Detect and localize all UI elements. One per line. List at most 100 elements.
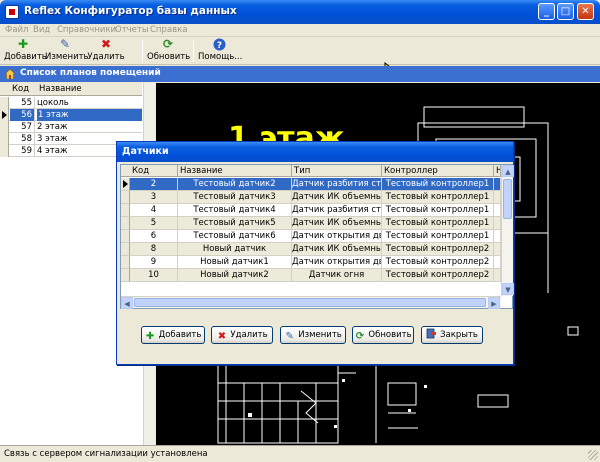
sensor-code-cell[interactable]: 4 [130, 204, 178, 217]
sensor-type-cell[interactable]: Датчик ИК объемный [292, 243, 382, 256]
scroll-thumb[interactable] [134, 298, 486, 307]
plan-name-cell[interactable]: 3 этаж [37, 133, 68, 145]
column-header-code[interactable]: Код [12, 84, 29, 94]
sensor-name-cell[interactable]: Новый датчик [178, 243, 292, 256]
plans-table-row[interactable]: 55 цоколь [0, 97, 142, 109]
plan-name-cell[interactable]: 2 этаж [37, 121, 68, 133]
sensor-type-cell[interactable]: Датчик огня [292, 269, 382, 282]
row-indicator[interactable] [121, 243, 130, 256]
row-indicator[interactable] [0, 97, 9, 109]
toolbar-add-button[interactable]: ✚ Добавить [4, 38, 47, 64]
column-header-name[interactable]: Название [39, 84, 82, 94]
sensor-code-cell[interactable]: 6 [130, 230, 178, 243]
scroll-right-icon[interactable]: ▶ [488, 297, 500, 309]
sensor-row[interactable]: 8 Новый датчик Датчик ИК объемный Тестовый … [121, 243, 501, 256]
sensor-extra-cell[interactable] [494, 191, 501, 204]
sensor-row[interactable]: 4 Тестовый датчик4 Датчик разбития стек Тес… [121, 204, 501, 217]
sensor-row[interactable]: 10 Новый датчик2 Датчик огня Тестовый контр… [121, 269, 501, 282]
plans-table-row[interactable]: 57 2 этаж [0, 121, 142, 133]
sensor-row[interactable]: 6Тестовый датчик6Датчик открытия дверТес… [121, 230, 501, 243]
sensor-extra-cell[interactable] [494, 217, 501, 230]
sensor-name-cell[interactable]: Тестовый датчик3 [178, 191, 292, 204]
scroll-thumb[interactable] [503, 179, 512, 219]
sensor-controller-cell[interactable]: Тестовый контроллер2 [382, 256, 494, 269]
column-header-code[interactable]: Код [130, 165, 178, 177]
row-indicator[interactable] [121, 256, 130, 269]
sensor-name-cell[interactable]: Новый датчик1 [178, 256, 292, 269]
sensor-extra-cell[interactable] [494, 230, 501, 243]
sensor-name-cell[interactable]: Новый датчик2 [178, 269, 292, 282]
row-indicator[interactable] [0, 145, 9, 157]
toolbar-delete-button[interactable]: ✖ Удалить [87, 38, 125, 64]
menu-reports[interactable]: Отчеты [115, 25, 149, 35]
toolbar-refresh-button[interactable]: ⟳ Обновить [147, 38, 190, 64]
sensor-extra-cell[interactable] [494, 256, 501, 269]
sensors-horizontal-scrollbar[interactable]: ◀ ▶ [121, 296, 501, 309]
dialog-edit-button[interactable]: ✎ Изменить [280, 326, 346, 344]
menu-view[interactable]: Вид [33, 25, 50, 35]
sensor-row[interactable]: 5 Тестовый датчик5 Датчик ИК объемный Тесто… [121, 217, 501, 230]
sensor-code-cell[interactable]: 2 [130, 178, 178, 191]
scroll-left-icon[interactable]: ◀ [121, 297, 133, 309]
sensor-controller-cell[interactable]: Тестовый контроллер1 [382, 191, 494, 204]
resize-grip[interactable] [588, 450, 598, 460]
sensor-row[interactable]: 9Новый датчик1Датчик открытия дверТестов… [121, 256, 501, 269]
sensor-code-cell[interactable]: 9 [130, 256, 178, 269]
row-indicator[interactable] [121, 230, 130, 243]
column-header-extra[interactable]: Н [494, 165, 501, 177]
sensor-row[interactable]: 2 Тестовый датчик2 Датчик разбития стек Тес… [121, 178, 501, 191]
scroll-up-icon[interactable]: ▲ [502, 165, 514, 177]
plan-name-cell[interactable]: 1 этаж [37, 109, 142, 121]
minimize-button[interactable]: _ [538, 3, 555, 20]
sensor-controller-cell[interactable]: Тестовый контроллер1 [382, 204, 494, 217]
sensor-controller-cell[interactable]: Тестовый контроллер2 [382, 243, 494, 256]
sensor-name-cell[interactable]: Тестовый датчик6 [178, 230, 292, 243]
row-indicator[interactable] [0, 121, 9, 133]
row-indicator[interactable] [121, 269, 130, 282]
sensors-vertical-scrollbar[interactable]: ▲ ▼ [501, 165, 514, 296]
row-indicator[interactable] [0, 109, 9, 121]
plan-code-cell[interactable]: 55 [10, 97, 35, 109]
sensor-code-cell[interactable]: 8 [130, 243, 178, 256]
plan-code-cell[interactable]: 59 [10, 145, 35, 157]
sensor-type-cell[interactable]: Датчик ИК объемный [292, 217, 382, 230]
sensor-type-cell[interactable]: Датчик разбития стек [292, 178, 382, 191]
row-indicator[interactable] [121, 204, 130, 217]
dialog-add-button[interactable]: ✚ Добавить [141, 326, 205, 344]
row-indicator[interactable] [121, 191, 130, 204]
close-button[interactable]: ✕ [577, 3, 594, 20]
scroll-down-icon[interactable]: ▼ [502, 283, 514, 295]
sensor-code-cell[interactable]: 3 [130, 191, 178, 204]
menu-help[interactable]: Справка [150, 25, 187, 35]
sensor-name-cell[interactable]: Тестовый датчик5 [178, 217, 292, 230]
menu-file[interactable]: Файл [5, 25, 28, 35]
dialog-close-button[interactable]: Закрыть [421, 326, 483, 344]
sensor-row[interactable]: 3 Тестовый датчик3 Датчик ИК объемный Тесто… [121, 191, 501, 204]
dialog-titlebar[interactable]: Датчики [117, 142, 513, 162]
column-header-type[interactable]: Тип [292, 165, 382, 177]
sensor-controller-cell[interactable]: Тестовый контроллер1 [382, 230, 494, 243]
sensor-extra-cell[interactable] [494, 243, 501, 256]
sensor-controller-cell[interactable]: Тестовый контроллер1 [382, 178, 494, 191]
dialog-delete-button[interactable]: ✖ Удалить [211, 326, 273, 344]
sensor-extra-cell[interactable] [494, 269, 501, 282]
row-indicator[interactable] [121, 217, 130, 230]
sensor-type-cell[interactable]: Датчик открытия двер [292, 230, 382, 243]
toolbar-edit-button[interactable]: ✎ Изменить [45, 38, 89, 64]
sensor-type-cell[interactable]: Датчик открытия двер [292, 256, 382, 269]
row-indicator[interactable] [0, 133, 9, 145]
plans-table-row[interactable]: 56 1 этаж [0, 109, 142, 121]
column-header-controller[interactable]: Контроллер [382, 165, 494, 177]
row-indicator[interactable] [121, 178, 130, 191]
sensor-extra-cell[interactable] [494, 204, 501, 217]
sensor-controller-cell[interactable]: Тестовый контроллер2 [382, 269, 494, 282]
dialog-refresh-button[interactable]: ⟳ Обновить [352, 326, 414, 344]
toolbar-help-button[interactable]: ? Помощь... [198, 38, 242, 64]
plan-code-cell[interactable]: 56 [10, 109, 35, 121]
plan-name-cell[interactable]: цоколь [37, 97, 69, 109]
sensor-name-cell[interactable]: Тестовый датчик4 [178, 204, 292, 217]
sensor-code-cell[interactable]: 5 [130, 217, 178, 230]
sensor-code-cell[interactable]: 10 [130, 269, 178, 282]
sensor-type-cell[interactable]: Датчик разбития стек [292, 204, 382, 217]
column-header-name[interactable]: Название [178, 165, 292, 177]
